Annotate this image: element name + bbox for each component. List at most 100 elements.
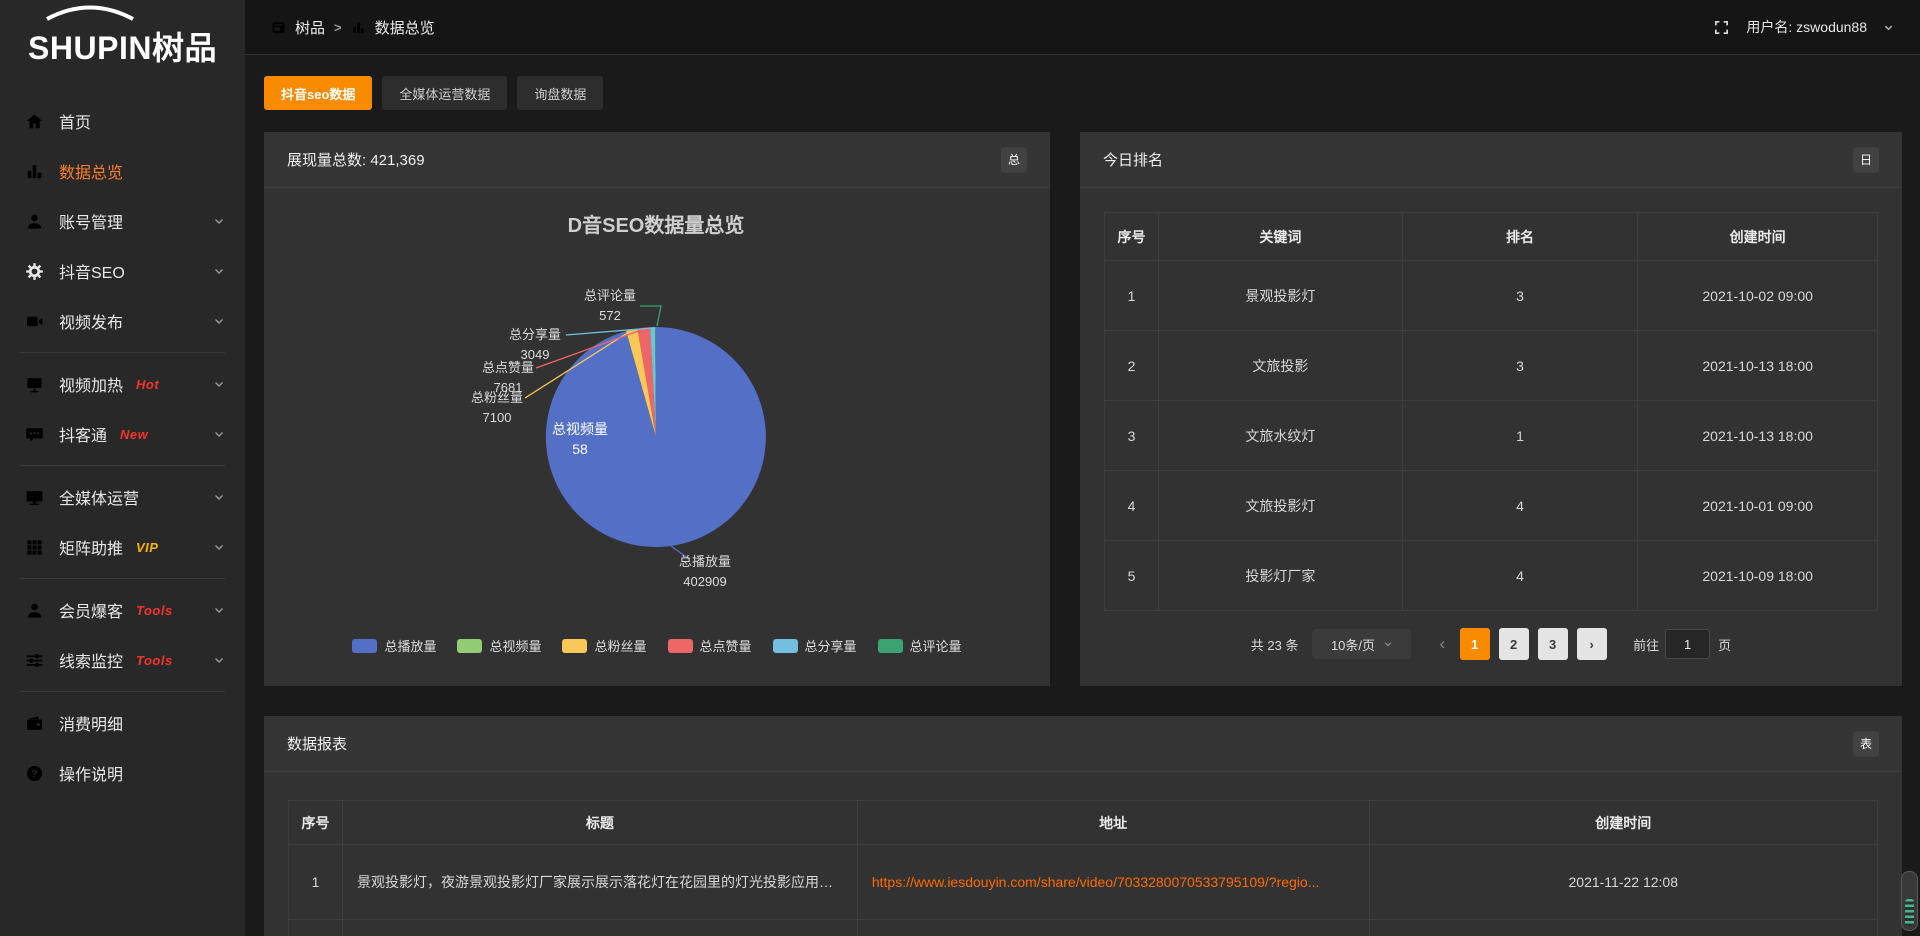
legend-label: 总播放量 [384, 636, 436, 655]
page-button-1[interactable]: 1 [1460, 628, 1490, 660]
person-icon [25, 601, 44, 620]
data-tabs: 抖音seo数据全媒体运营数据询盘数据 [264, 76, 603, 110]
legend-item[interactable]: 总视频量 [457, 636, 541, 655]
report-header-row: 序号标题地址创建时间 [289, 801, 1878, 845]
table-row[interactable]: 5投影灯厂家42021-10-09 18:00 [1105, 541, 1878, 611]
report-cell-url: https://www.iesdouyin.com/share/video/70… [857, 845, 1369, 920]
table-row[interactable]: 2文旅投影32021-10-13 18:00 [1105, 331, 1878, 401]
sidebar-item-monitor[interactable]: 全媒体运营 [0, 472, 245, 522]
report-link[interactable]: https://www.iesdouyin.com/share/video/70… [872, 874, 1320, 890]
report-cell-no: 1 [289, 845, 343, 920]
overview-badge[interactable]: 总 [1001, 147, 1027, 173]
chevron-down-icon [213, 378, 225, 390]
sidebar-item-wallet[interactable]: 消费明细 [0, 698, 245, 748]
pie-label-value: 58 [572, 441, 588, 457]
rank-badge[interactable]: 日 [1853, 147, 1879, 173]
table-cell [343, 920, 858, 936]
scrollbar-thumb[interactable] [1905, 899, 1914, 926]
breadcrumb: 树品 > 数据总览 [271, 17, 435, 38]
prev-page-button[interactable]: ‹ [1429, 634, 1455, 654]
page-button-2[interactable]: 2 [1499, 628, 1529, 660]
table-row[interactable]: 1景观投影灯32021-10-02 09:00 [1105, 261, 1878, 331]
legend-item[interactable]: 总粉丝量 [562, 636, 646, 655]
sidebar-item-sliders[interactable]: 线索监控Tools [0, 635, 245, 685]
rank-column-header: 关键词 [1159, 213, 1402, 261]
sidebar-item-question[interactable]: 操作说明 [0, 748, 245, 798]
rank-column-header: 序号 [1105, 213, 1159, 261]
brand-name-cn: 树品 [152, 30, 217, 66]
report-column-header: 序号 [289, 801, 343, 845]
sidebar-item-label: 全媒体运营 [59, 485, 139, 509]
sidebar-item-label: 账号管理 [59, 209, 123, 233]
tab-2[interactable]: 全媒体运营数据 [382, 76, 507, 110]
chevron-down-icon [213, 265, 225, 277]
sidebar-item-screen[interactable]: 视频加热Hot [0, 359, 245, 409]
legend-item[interactable]: 总播放量 [352, 636, 436, 655]
sidebar-item-label: 视频发布 [59, 309, 123, 333]
chevron-down-icon[interactable] [1883, 22, 1894, 33]
goto-page-input[interactable]: 1 [1665, 629, 1710, 659]
sidebar-item-user[interactable]: 账号管理 [0, 196, 245, 246]
report-panel-title: 数据报表 [287, 733, 347, 754]
sidebar-item-grid[interactable]: 矩阵助推VIP [0, 522, 245, 572]
report-column-header: 地址 [857, 801, 1369, 845]
username-label[interactable]: 用户名: zswodun88 [1746, 17, 1867, 37]
breadcrumb-separator: > [334, 20, 342, 35]
legend-item[interactable]: 总分享量 [773, 636, 857, 655]
logo-arc-icon [44, 5, 136, 21]
legend-color-chip [457, 639, 482, 653]
table-row[interactable]: 1景观投影灯，夜游景观投影灯厂家展示展示落花灯在花园里的灯光投影应用效果 #ht… [289, 845, 1878, 920]
sidebar-item-label: 抖客通 [59, 422, 107, 446]
table-row[interactable]: 3文旅水纹灯12021-10-13 18:00 [1105, 401, 1878, 471]
legend-label: 总评论量 [910, 636, 962, 655]
sidebar-item-label: 会员爆客 [59, 598, 123, 622]
sidebar: SHUPIN树品 首页数据总览账号管理抖音SEO 视频发布视频加热Hot抖客通Ne… [0, 0, 245, 936]
report-column-header: 创建时间 [1369, 801, 1878, 845]
sidebar-item-label: 首页 [59, 109, 91, 133]
table-row-partial [289, 920, 1878, 936]
pie-label-name: 总视频量 [552, 421, 608, 437]
table-cell: 1 [1105, 261, 1159, 331]
topbar: 树品 > 数据总览 用户名: zswodun88 [245, 0, 1920, 55]
report-panel: 数据报表 表 序号标题地址创建时间 1景观投影灯，夜游景观投影灯厂家展示展示落花… [264, 716, 1902, 936]
sidebar-item-person[interactable]: 会员爆客Tools [0, 585, 245, 635]
chevron-down-icon [213, 215, 225, 227]
overview-panel-header: 展现量总数: 421,369 总 [264, 132, 1050, 188]
sidebar-item-home[interactable]: 首页 [0, 96, 245, 146]
report-badge[interactable]: 表 [1853, 731, 1879, 757]
topbar-right: 用户名: zswodun88 [1713, 17, 1894, 37]
rank-column-header: 排名 [1402, 213, 1638, 261]
rank-panel-body: 序号关键词排名创建时间 1景观投影灯32021-10-02 09:002文旅投影… [1080, 188, 1902, 685]
fullscreen-icon[interactable] [1713, 19, 1730, 36]
sidebar-item-video[interactable]: 视频发布 [0, 296, 245, 346]
next-page-button[interactable]: › [1577, 628, 1607, 660]
table-cell: 2 [1105, 331, 1159, 401]
chevron-down-icon [1383, 639, 1393, 649]
sidebar-item-gear[interactable]: 抖音SEO [0, 246, 245, 296]
pagination: 共 23 条10条/页‹123›前往1页 [1080, 628, 1902, 660]
pie-label-value: 572 [599, 308, 621, 323]
table-cell: 文旅水纹灯 [1159, 401, 1402, 471]
sidebar-item-badge: Hot [136, 377, 159, 392]
sidebar-item-label: 矩阵助推 [59, 535, 123, 559]
legend-item[interactable]: 总点赞量 [668, 636, 752, 655]
table-row[interactable]: 4文旅投影灯42021-10-01 09:00 [1105, 471, 1878, 541]
sidebar-item-chat[interactable]: 抖客通New [0, 409, 245, 459]
chevron-down-icon [213, 315, 225, 327]
breadcrumb-current[interactable]: 数据总览 [375, 17, 435, 38]
brand-logo[interactable]: SHUPIN树品 [0, 0, 245, 92]
tab-3[interactable]: 询盘数据 [517, 76, 603, 110]
chat-icon [25, 425, 44, 444]
report-panel-header: 数据报表 表 [264, 716, 1902, 772]
legend-item[interactable]: 总评论量 [878, 636, 962, 655]
pie-label-value: 402909 [683, 574, 726, 589]
sidebar-item-chart[interactable]: 数据总览 [0, 146, 245, 196]
table-cell: 4 [1402, 541, 1638, 611]
page-button-3[interactable]: 3 [1538, 628, 1568, 660]
table-cell [1369, 920, 1878, 936]
table-cell: 2021-10-09 18:00 [1638, 541, 1878, 611]
pie-label-name: 总分享量 [509, 327, 561, 342]
tab-1[interactable]: 抖音seo数据 [264, 76, 372, 110]
breadcrumb-root[interactable]: 树品 [295, 17, 325, 38]
page-size-select[interactable]: 10条/页 [1312, 629, 1411, 659]
